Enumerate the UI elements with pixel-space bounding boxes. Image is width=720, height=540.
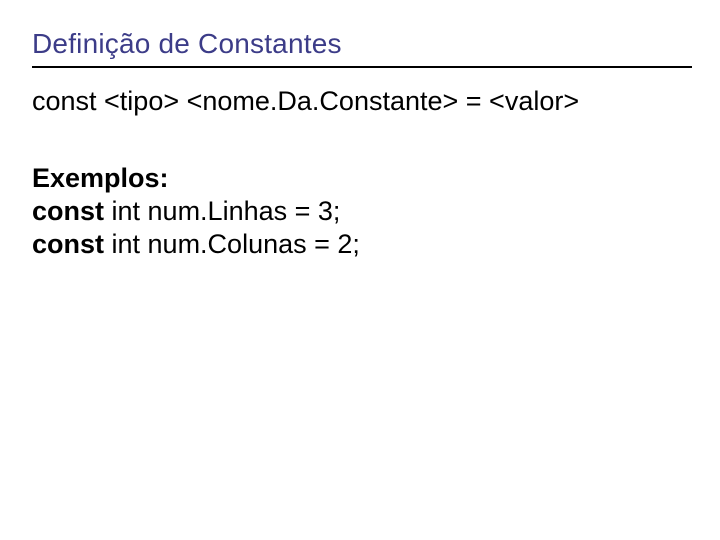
keyword-const: const — [32, 196, 104, 226]
slide: Definição de Constantes const <tipo> <no… — [0, 0, 720, 540]
example-code: int num.Linhas = 3; — [104, 196, 340, 226]
slide-title: Definição de Constantes — [32, 28, 692, 60]
examples-heading: Exemplos: — [32, 163, 692, 194]
title-underline — [32, 66, 692, 68]
example-line: const int num.Colunas = 2; — [32, 229, 692, 260]
keyword-const: const — [32, 229, 104, 259]
syntax-line: const <tipo> <nome.Da.Constante> = <valo… — [32, 86, 692, 117]
example-line: const int num.Linhas = 3; — [32, 196, 692, 227]
example-code: int num.Colunas = 2; — [104, 229, 360, 259]
